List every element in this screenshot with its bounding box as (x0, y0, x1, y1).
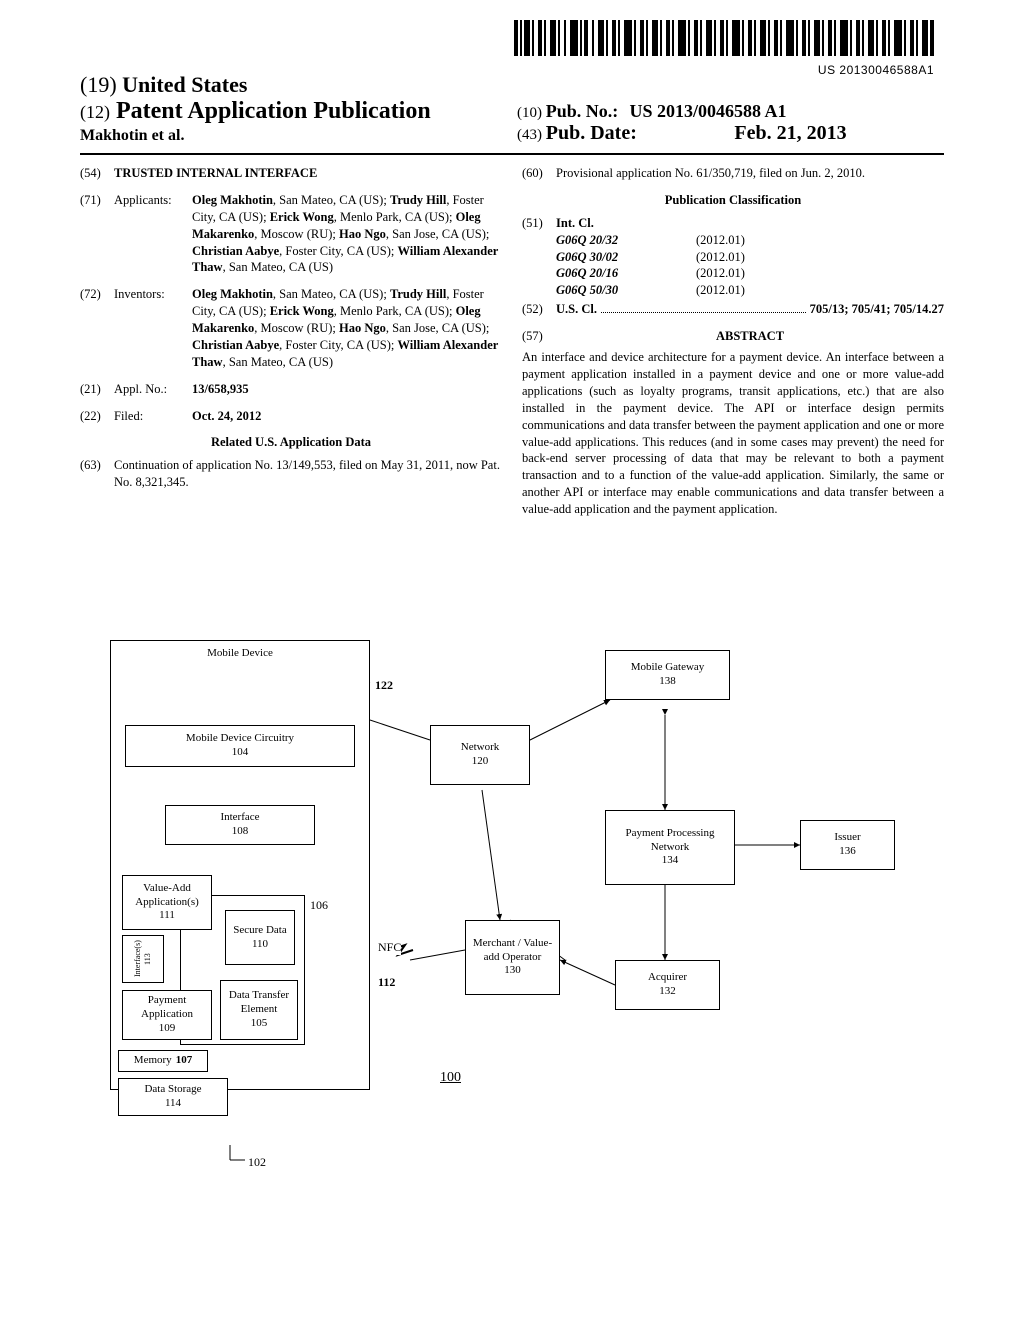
box-issuer: Issuer 136 (800, 820, 895, 870)
country-line: (19) United States (80, 72, 507, 98)
box-datastore: Data Storage 114 (118, 1078, 228, 1116)
field-54-title: (54) TRUSTED INTERNAL INTERFACE (80, 165, 502, 182)
box-gateway: Mobile Gateway 138 (605, 650, 730, 700)
barcode-block: US 20130046588A1 (514, 20, 934, 77)
biblio-columns: (54) TRUSTED INTERNAL INTERFACE (71) App… (80, 165, 944, 518)
box-payment-app: Payment Application 109 (122, 990, 212, 1040)
figure-number: 100 (440, 1070, 461, 1086)
field-60-provisional: (60) Provisional application No. 61/350,… (522, 165, 944, 182)
box-memory: Memory 107 (118, 1050, 208, 1072)
box-secure-data: Secure Data 110 (225, 910, 295, 965)
field-21-applno: (21) Appl. No.: 13/658,935 (80, 381, 502, 398)
label-nfc: NFC (378, 940, 401, 955)
authors-line: Makhotin et al. (80, 127, 507, 145)
dotted-leader (601, 301, 806, 313)
label-122: 122 (375, 678, 393, 693)
field-22-filed: (22) Filed: Oct. 24, 2012 (80, 408, 502, 425)
pub-classification-title: Publication Classification (522, 192, 944, 209)
box-network: Network 120 (430, 725, 530, 785)
label-112: 112 (378, 975, 395, 990)
pub-date-line: (43) Pub. Date: Feb. 21, 2013 (517, 122, 944, 145)
box-merchant: Merchant / Value-add Operator 130 (465, 920, 560, 995)
box-circuitry: Mobile Device Circuitry 104 (125, 725, 355, 767)
box-interfaces-side: Interface(s) 113 (122, 935, 164, 983)
box-valueadd: Value-Add Application(s) 111 (122, 875, 212, 930)
box-acquirer: Acquirer 132 (615, 960, 720, 1010)
abstract-text: An interface and device architecture for… (522, 349, 944, 518)
applicants-value: Oleg Makhotin, San Mateo, CA (US); Trudy… (192, 192, 502, 276)
header-rule (80, 153, 944, 155)
field-63-continuation: (63) Continuation of application No. 13/… (80, 457, 502, 491)
doc-type-line: (12) Patent Application Publication (80, 98, 507, 125)
field-57-abstract-header: (57) ABSTRACT (522, 328, 944, 345)
field-71-applicants: (71) Applicants: Oleg Makhotin, San Mate… (80, 192, 502, 276)
document-header: (19) United States (12) Patent Applicati… (80, 72, 944, 145)
intcl-row: G06Q 30/02(2012.01) (556, 249, 944, 266)
box-interface: Interface 108 (165, 805, 315, 845)
intcl-row: G06Q 20/16(2012.01) (556, 265, 944, 282)
field-52-uscl: (52) U.S. Cl. 705/13; 705/41; 705/14.27 (522, 301, 944, 318)
label-102: 102 (248, 1155, 266, 1170)
right-column: (60) Provisional application No. 61/350,… (522, 165, 944, 518)
field-72-inventors: (72) Inventors: Oleg Makhotin, San Mateo… (80, 286, 502, 370)
field-51-intcl: (51) Int. Cl. G06Q 20/32(2012.01)G06Q 30… (522, 215, 944, 299)
barcode-number: US 20130046588A1 (514, 63, 934, 77)
left-column: (54) TRUSTED INTERNAL INTERFACE (71) App… (80, 165, 502, 518)
intcl-table: G06Q 20/32(2012.01)G06Q 30/02(2012.01)G0… (556, 232, 944, 300)
patent-page: US 20130046588A1 (19) United States (12)… (0, 0, 1024, 1320)
box-ppn: Payment Processing Network 134 (605, 810, 735, 885)
box-dte: Data Transfer Element 105 (220, 980, 298, 1040)
intcl-row: G06Q 20/32(2012.01) (556, 232, 944, 249)
pub-no-line: (10) Pub. No.: US 2013/0046588 A1 (517, 101, 944, 122)
related-data-title: Related U.S. Application Data (80, 434, 502, 451)
inventors-value: Oleg Makhotin, San Mateo, CA (US); Trudy… (192, 286, 502, 370)
figure-diagram: Mobile Device Mobile Device Circuitry 10… (110, 640, 910, 1200)
barcode-icon (514, 20, 934, 56)
intcl-row: G06Q 50/30(2012.01) (556, 282, 944, 299)
label-106: 106 (310, 898, 328, 913)
